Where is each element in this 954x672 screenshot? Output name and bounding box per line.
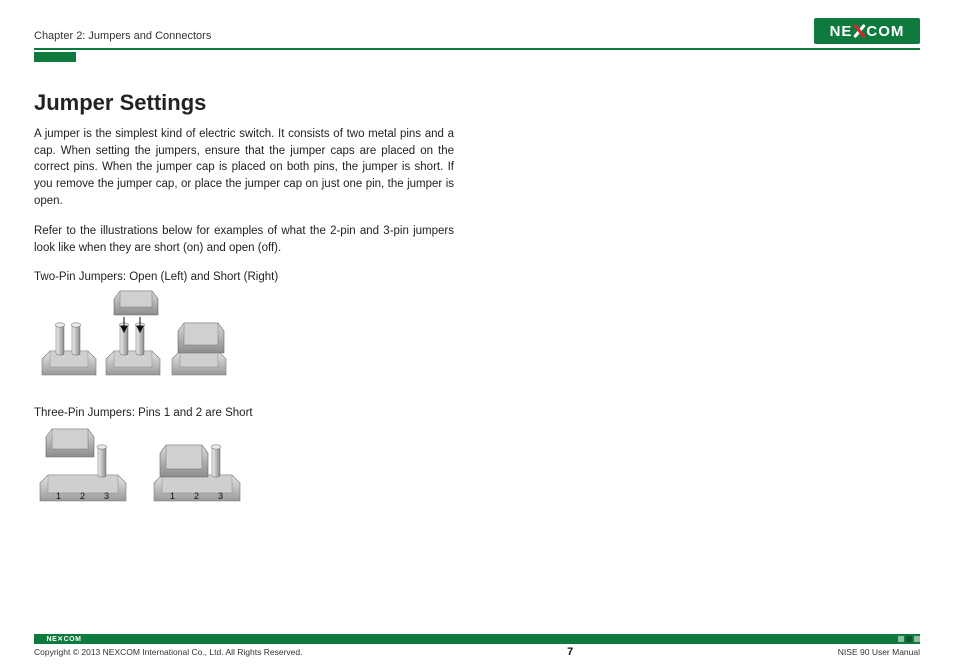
two-pin-jumper-svg [34,289,244,389]
intro-paragraph-1: A jumper is the simplest kind of electri… [34,126,454,209]
pin-label-2b: 2 [194,491,199,501]
header-rule [34,48,920,50]
chapter-label: Chapter 2: Jumpers and Connectors [34,30,211,44]
pin-label-3: 3 [104,491,109,501]
three-pin-jumper-svg: 1 2 3 1 2 3 [34,425,264,515]
figure-caption-two-pin: Two-Pin Jumpers: Open (Left) and Short (… [34,271,454,283]
brand-logo: NE COM [814,18,920,44]
pin-label-3b: 3 [218,491,223,501]
brand-logo-text-right: COM [866,23,904,40]
pin-label-1: 1 [56,491,61,501]
footer-manual-name: NISE 90 User Manual [838,647,920,657]
pin-label-1b: 1 [170,491,175,501]
main-content: Jumper Settings A jumper is the simplest… [34,90,454,515]
page-title: Jumper Settings [34,90,454,116]
footer-brand-logo: NE✕COM [34,634,94,644]
footer-brand-text: NE✕COM [47,635,82,643]
figure-caption-three-pin: Three-Pin Jumpers: Pins 1 and 2 are Shor… [34,407,454,419]
footer-copyright: Copyright © 2013 NEXCOM International Co… [34,647,302,657]
figure-two-pin-jumpers [34,289,454,389]
page-header: Chapter 2: Jumpers and Connectors NE COM [34,14,920,44]
page-footer: NE✕COM Copyright © 2013 NEXCOM Internati… [34,634,920,658]
brand-logo-text-left: NE [830,23,853,40]
footer-page-number: 7 [567,646,573,658]
brand-logo-x-icon [852,24,866,38]
pin-label-2: 2 [80,491,85,501]
intro-paragraph-2: Refer to the illustrations below for exa… [34,223,454,256]
figure-three-pin-jumpers: 1 2 3 1 2 3 [34,425,454,515]
header-tab [34,52,76,62]
footer-squares-icon [898,636,920,642]
